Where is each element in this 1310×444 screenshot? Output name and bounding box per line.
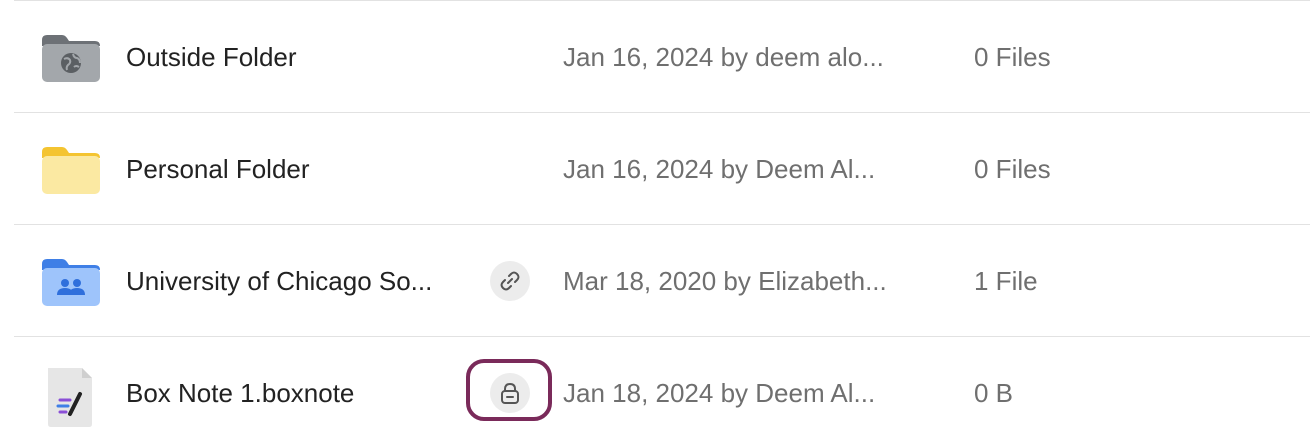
item-name[interactable]: Box Note 1.boxnote — [126, 375, 354, 411]
item-name[interactable]: Outside Folder — [126, 39, 297, 75]
box-note-icon — [40, 368, 102, 427]
item-updated: Mar 18, 2020 by Elizabeth... — [563, 266, 887, 296]
list-item[interactable]: Outside Folder Jan 16, 2024 by deem alo.… — [14, 0, 1310, 112]
list-item[interactable]: Box Note 1.boxnote Jan 18, 2024 by Deem … — [14, 336, 1310, 444]
item-updated: Jan 16, 2024 by Deem Al... — [563, 154, 876, 184]
list-item[interactable]: Personal Folder Jan 16, 2024 by Deem Al.… — [14, 112, 1310, 224]
item-updated: Jan 18, 2024 by Deem Al... — [563, 378, 876, 408]
personal-folder-icon — [40, 144, 102, 196]
lock-icon[interactable] — [490, 373, 530, 413]
list-item[interactable]: University of Chicago So... Mar 18, 2020… — [14, 224, 1310, 336]
item-size: 0 B — [974, 378, 1014, 408]
external-folder-icon — [40, 32, 102, 84]
item-size: 1 File — [974, 266, 1038, 296]
collaboration-folder-icon — [40, 256, 102, 308]
item-name[interactable]: Personal Folder — [126, 151, 310, 187]
shared-link-icon[interactable] — [490, 261, 530, 301]
file-list: Outside Folder Jan 16, 2024 by deem alo.… — [0, 0, 1310, 444]
item-size: 0 Files — [974, 154, 1051, 184]
item-updated: Jan 16, 2024 by deem alo... — [563, 42, 884, 72]
item-name[interactable]: University of Chicago So... — [126, 263, 432, 299]
item-size: 0 Files — [974, 42, 1051, 72]
